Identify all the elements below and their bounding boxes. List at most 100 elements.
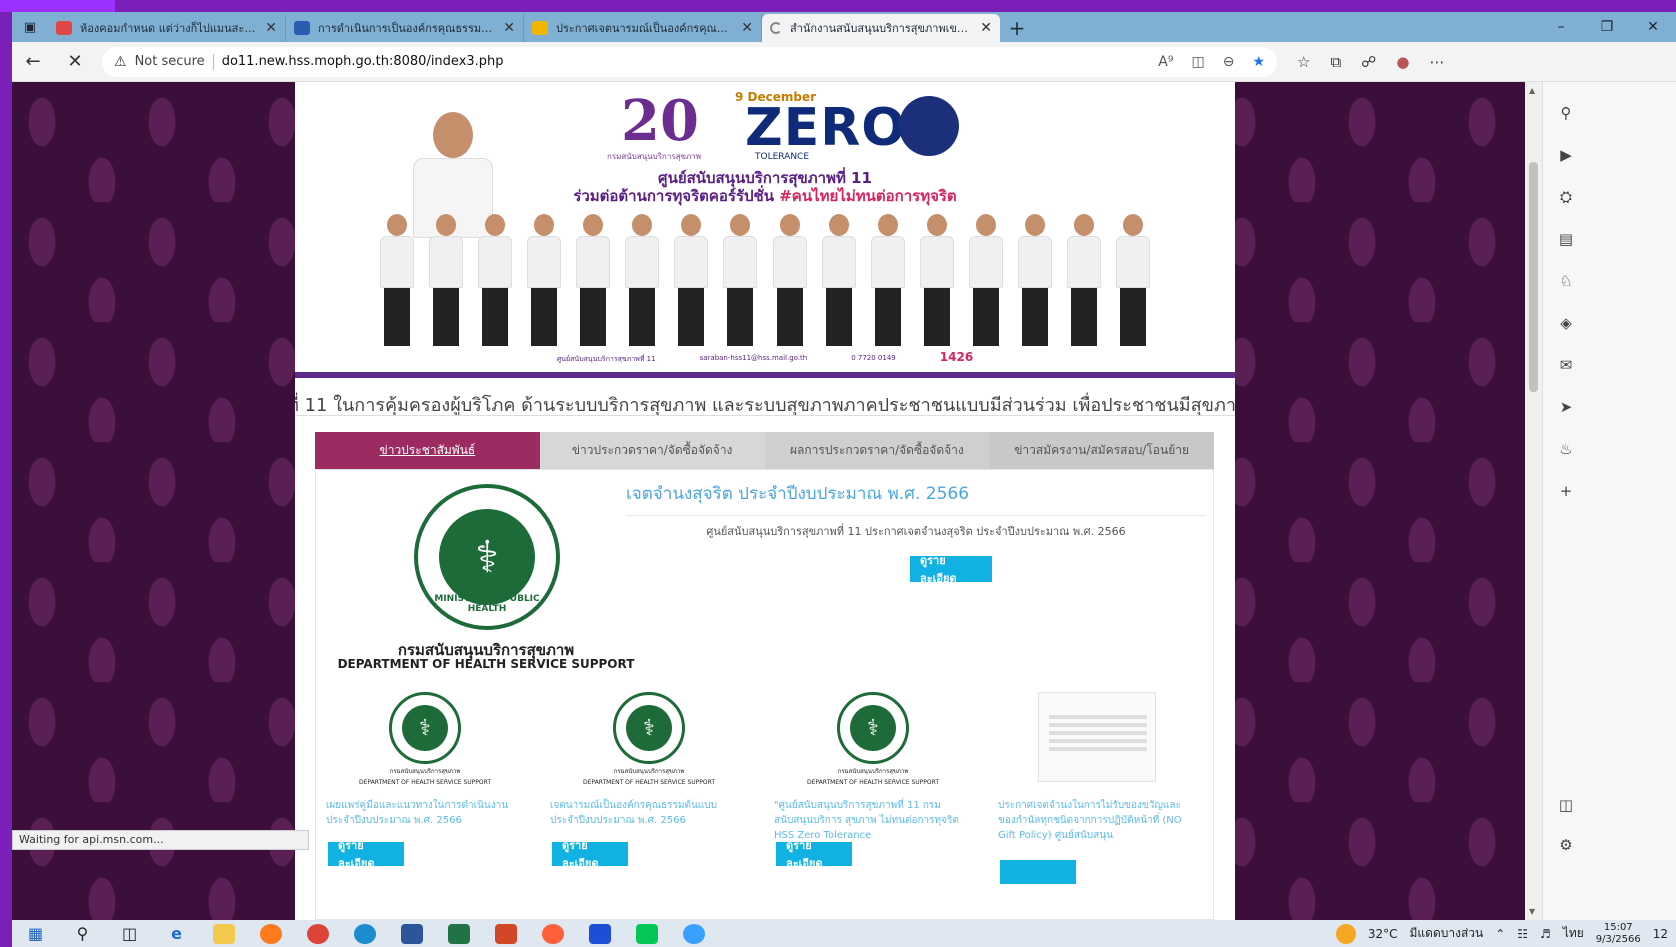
edge-icon[interactable] xyxy=(341,920,388,947)
tools-briefcase-icon[interactable]: ▤ xyxy=(1555,228,1577,250)
tab-procurement-results[interactable]: ผลการประกวดราคา/จัดซื้อจัดจ้าง xyxy=(764,432,990,469)
fist-emblem-icon xyxy=(899,96,959,156)
thumbnail-caption-thai: กรมสนับสนุนบริการสุขภาพ xyxy=(837,768,909,775)
favorites-icon[interactable]: ☆ xyxy=(1297,53,1310,71)
news-thumbnail[interactable]: ⚕ กรมสนับสนุนบริการสุขภาพ DEPARTMENT OF … xyxy=(774,692,972,790)
word-icon[interactable] xyxy=(388,920,435,947)
url-text[interactable]: do11.new.hss.moph.go.th:8080/index3.php xyxy=(222,54,504,69)
news-card-details-button[interactable] xyxy=(1000,860,1076,884)
stop-loading-button[interactable]: ✕ xyxy=(54,42,96,82)
news-card-text[interactable]: ประกาศเจตจำนงในการไม่รับของขวัญและของกำน… xyxy=(998,798,1196,842)
new-tab-button[interactable]: + xyxy=(1000,14,1034,42)
edge-sidebar: ⚲ ▶ ⛭ ▤ ♘ ◈ ✉ ➤ ♨ + ◫ ⚙ xyxy=(1542,82,1676,920)
weather-temperature[interactable]: 32°C xyxy=(1368,927,1398,941)
chrome-icon[interactable] xyxy=(294,920,341,947)
page-scrollbar[interactable]: ▲ ▼ xyxy=(1525,82,1542,920)
tab-procurement-news[interactable]: ข่าวประกวดราคา/จัดซื้อจัดจ้าง xyxy=(539,432,765,469)
banner-hashtag: #คนไทยไม่ทนต่อการทุจริต xyxy=(779,187,957,205)
immersive-reader-icon[interactable]: ◫ xyxy=(1191,54,1204,70)
sidebar-layout-icon[interactable]: ◫ xyxy=(1555,794,1577,816)
collections-icon[interactable]: ⧉ xyxy=(1330,53,1341,71)
staff-figure xyxy=(866,214,909,346)
outlook-icon[interactable]: ✉ xyxy=(1555,354,1577,376)
browser-app-icon[interactable] xyxy=(670,920,717,947)
search-icon[interactable]: ⚲ xyxy=(59,920,106,947)
internet-explorer-icon[interactable]: e xyxy=(153,920,200,947)
firefox-icon[interactable] xyxy=(247,920,294,947)
clock-date: 9/3/2566 xyxy=(1595,933,1641,945)
tab-job-applications[interactable]: ข่าวสมัครงาน/สมัครสอบ/โอนย้าย xyxy=(989,432,1214,469)
microsoft-365-icon[interactable]: ◈ xyxy=(1555,312,1577,334)
browser-tab-3[interactable]: ประกาศเจตนารมณ์เป็นองค์กรคุณธรร… ✕ xyxy=(524,14,762,42)
send-icon[interactable]: ➤ xyxy=(1555,396,1577,418)
file-explorer-icon[interactable] xyxy=(200,920,247,947)
news-thumbnail[interactable]: ⚕ กรมสนับสนุนบริการสุขภาพ DEPARTMENT OF … xyxy=(326,692,524,790)
start-button[interactable]: ▦ xyxy=(12,920,59,947)
featured-details-button[interactable]: ดูรายละเอียด xyxy=(910,554,992,585)
volume-icon[interactable]: ♬ xyxy=(1540,927,1551,941)
seal-ring-text: MINISTRY OF PUBLIC HEALTH xyxy=(434,594,540,614)
powerpoint-icon[interactable] xyxy=(482,920,529,947)
clock[interactable]: 15:07 9/3/2566 xyxy=(1596,922,1641,946)
input-language[interactable]: ไทย xyxy=(1563,924,1584,943)
zoom-out-icon[interactable]: ⊖ xyxy=(1223,54,1235,70)
firefox-alt-icon[interactable] xyxy=(529,920,576,947)
restore-button[interactable]: ❐ xyxy=(1584,12,1630,42)
scroll-up-icon[interactable]: ▲ xyxy=(1529,86,1535,95)
news-card-details-button[interactable]: ดูรายละเอียด xyxy=(552,839,628,870)
news-thumbnail[interactable]: ⚕ กรมสนับสนุนบริการสุขภาพ DEPARTMENT OF … xyxy=(550,692,748,790)
task-view-icon[interactable]: ◫ xyxy=(106,920,153,947)
add-icon[interactable]: + xyxy=(1555,480,1577,502)
shopping-tag-icon[interactable]: ⛭ xyxy=(1555,186,1577,208)
security-label: Not secure xyxy=(134,54,205,69)
news-thumbnail[interactable] xyxy=(998,692,1196,790)
page-content: 20 กรมสนับสนุนบริการสุขภาพ 9 December ZE… xyxy=(295,82,1235,920)
excel-icon[interactable] xyxy=(435,920,482,947)
close-window-button[interactable]: ✕ xyxy=(1630,12,1676,42)
weather-description[interactable]: มีแดดบางส่วน xyxy=(1410,924,1484,943)
settings-gear-icon[interactable]: ⚙ xyxy=(1555,834,1577,856)
games-icon[interactable]: ♘ xyxy=(1555,270,1577,292)
line-icon[interactable] xyxy=(623,920,670,947)
profile-avatar-icon[interactable]: ● xyxy=(1396,53,1409,71)
tab-close-icon[interactable]: ✕ xyxy=(741,20,753,36)
windows-taskbar: ▦ ⚲ ◫ e 32°C มีแดดบางส่วน ⌃ ☷ ♬ ไทย 15:0… xyxy=(12,920,1676,947)
news-card-details-button[interactable]: ดูรายละเอียด xyxy=(328,839,404,870)
browser-tab-1[interactable]: ห้องคอมกำหนด แต่ว่างก็ไปแมนสะ - … ✕ xyxy=(48,14,286,42)
drop-icon[interactable]: ♨ xyxy=(1555,438,1577,460)
staff-figure xyxy=(424,214,467,346)
more-menu-icon[interactable]: ⋯ xyxy=(1429,53,1444,71)
tab-close-icon[interactable]: ✕ xyxy=(503,20,515,36)
search-icon[interactable]: ⚲ xyxy=(1555,102,1577,124)
back-button[interactable]: ← xyxy=(12,42,54,82)
read-aloud-icon[interactable]: A⁹ xyxy=(1158,54,1173,70)
tab-public-relations[interactable]: ข่าวประชาสัมพันธ์ xyxy=(315,432,540,469)
featured-news-title[interactable]: เจตจำนงสุจริต ประจำปีงบประมาณ พ.ศ. 2566 xyxy=(626,480,1206,516)
app-icon[interactable] xyxy=(576,920,623,947)
scrollbar-thumb[interactable] xyxy=(1529,162,1538,392)
notification-badge[interactable]: 12 xyxy=(1653,927,1668,941)
featured-news-description: ศูนย์สนับสนุนบริการสุขภาพที่ 11 ประกาศเจ… xyxy=(706,525,1126,538)
browser-essentials-icon[interactable]: ☍ xyxy=(1361,53,1376,71)
tab-title: ประกาศเจตนารมณ์เป็นองค์กรคุณธรร… xyxy=(556,22,734,35)
news-panel: ⚕ MINISTRY OF PUBLIC HEALTH กรมสนับสนุนบ… xyxy=(315,469,1214,920)
network-icon[interactable]: ☷ xyxy=(1517,927,1528,941)
tab-close-icon[interactable]: ✕ xyxy=(265,20,277,36)
minimize-button[interactable]: – xyxy=(1538,12,1584,42)
staff-figure xyxy=(965,214,1008,346)
browser-tab-4[interactable]: สำนักงานสนับสนุนบริการสุขภาพเข… ✕ xyxy=(762,14,1000,42)
frame-accent xyxy=(0,0,115,12)
news-card-details-button[interactable]: ดูรายละเอียด xyxy=(776,839,852,870)
address-bar[interactable]: ⚠ Not secure do11.new.hss.moph.go.th:808… xyxy=(102,46,1277,77)
tab-actions-icon[interactable]: ▣ xyxy=(12,12,48,42)
tab-close-icon[interactable]: ✕ xyxy=(980,20,992,36)
ministry-seal-icon: ⚕ xyxy=(389,692,461,764)
anniversary-logo: 20 xyxy=(621,88,699,154)
address-separator xyxy=(212,53,214,70)
omnibox-actions: A⁹ ◫ ⊖ ★ xyxy=(1158,54,1265,70)
browser-tab-2[interactable]: การดำเนินการเป็นองค์กรคุณธรรมต้นแ… ✕ xyxy=(286,14,524,42)
scroll-down-icon[interactable]: ▼ xyxy=(1529,907,1535,916)
chevron-up-icon[interactable]: ⌃ xyxy=(1495,927,1505,941)
bing-chat-icon[interactable]: ▶ xyxy=(1555,144,1577,166)
favorite-star-icon[interactable]: ★ xyxy=(1252,54,1265,70)
